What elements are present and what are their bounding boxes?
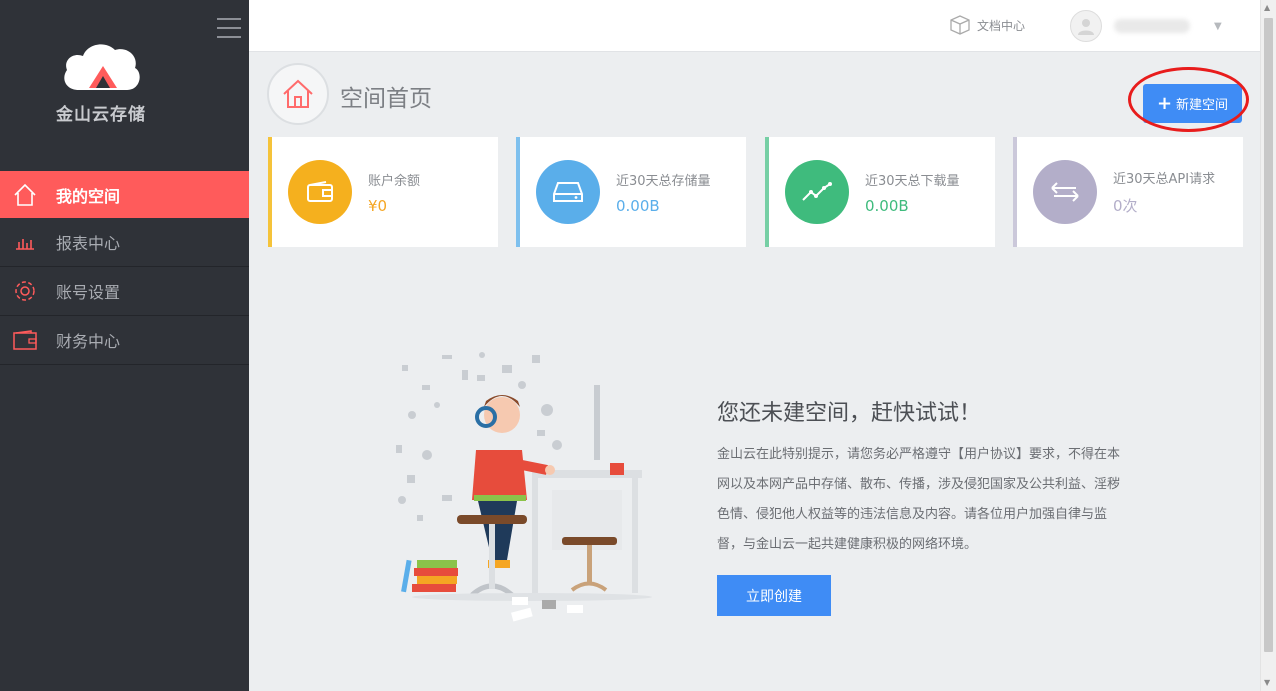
stat-card-balance: 账户余额 ¥0 xyxy=(268,137,498,247)
stat-value: ¥0 xyxy=(368,196,388,215)
sidebar-item-my-space[interactable]: 我的空间 xyxy=(0,171,249,218)
scroll-thumb[interactable] xyxy=(1264,18,1273,652)
logo: 金山云存储 xyxy=(56,38,146,125)
sidebar-item-label: 报表中心 xyxy=(56,234,121,253)
user-menu[interactable]: ▼ xyxy=(1070,10,1222,42)
hamburger-icon[interactable] xyxy=(217,18,241,38)
stat-card-storage: 近30天总存储量 0.00B xyxy=(516,137,746,247)
sidebar-nav: 我的空间 报表中心 账号设置 财务中心 xyxy=(0,171,249,365)
top-bar: 文档中心 ▼ xyxy=(249,0,1260,52)
wallet-icon xyxy=(12,327,38,353)
stat-value: 0次 xyxy=(1113,197,1138,215)
chevron-down-icon: ▼ xyxy=(1214,20,1222,32)
create-now-button[interactable]: 立即创建 xyxy=(717,575,831,616)
page-title: 空间首页 xyxy=(340,86,432,112)
wallet-icon xyxy=(288,160,352,224)
stat-label: 账户余额 xyxy=(368,173,421,189)
docs-center-link[interactable]: 文档中心 xyxy=(949,14,1025,36)
person-at-computer-illustration xyxy=(396,352,652,622)
sidebar-item-reports[interactable]: 报表中心 xyxy=(0,218,249,267)
new-space-label: 新建空间 xyxy=(1176,98,1229,113)
empty-state-description: 金山云在此特别提示，请您务必严格遵守【用户协议】要求，不得在本网以及本网产品中存… xyxy=(717,447,1121,552)
stat-label: 近30天总存储量 xyxy=(616,173,711,189)
sidebar-item-account-settings[interactable]: 账号设置 xyxy=(0,267,249,316)
stat-label: 近30天总下载量 xyxy=(865,173,960,189)
sidebar-item-label: 账号设置 xyxy=(56,283,121,302)
empty-state-title: 您还未建空间，赶快试试！ xyxy=(717,401,982,426)
box-icon xyxy=(950,15,970,35)
hard-drive-icon xyxy=(536,160,600,224)
sidebar-item-finance[interactable]: 财务中心 xyxy=(0,316,249,365)
stat-value: 0.00B xyxy=(865,196,909,215)
scroll-up-arrow-icon[interactable]: ▲ xyxy=(1264,3,1270,12)
new-space-button[interactable]: + 新建空间 xyxy=(1143,84,1242,123)
stat-label: 近30天总API请求 xyxy=(1113,172,1216,187)
cloud-logo-icon xyxy=(64,44,140,90)
scrollbar[interactable]: ▲ ▼ xyxy=(1260,0,1276,691)
docs-center-label: 文档中心 xyxy=(977,18,1026,33)
sidebar: 金山云存储 我的空间 报表中心 账号设置 财务中心 xyxy=(0,0,249,691)
user-avatar-icon xyxy=(1070,10,1102,42)
sidebar-item-label: 我的空间 xyxy=(56,186,121,206)
plus-icon: + xyxy=(1156,93,1173,114)
stat-value: 0.00B xyxy=(616,196,660,215)
home-icon xyxy=(12,182,38,208)
logo-text: 金山云存储 xyxy=(56,105,146,125)
username-blurred xyxy=(1114,19,1190,33)
page-home-icon xyxy=(267,63,329,125)
gear-icon xyxy=(12,278,38,304)
trend-line-icon xyxy=(785,160,849,224)
bar-chart-icon xyxy=(12,229,38,255)
scroll-down-arrow-icon[interactable]: ▼ xyxy=(1264,678,1270,687)
stat-card-api: 近30天总API请求 0次 xyxy=(1013,137,1243,247)
sidebar-item-label: 财务中心 xyxy=(56,332,121,351)
swap-arrows-icon xyxy=(1033,160,1097,224)
stat-card-download: 近30天总下载量 0.00B xyxy=(765,137,995,247)
